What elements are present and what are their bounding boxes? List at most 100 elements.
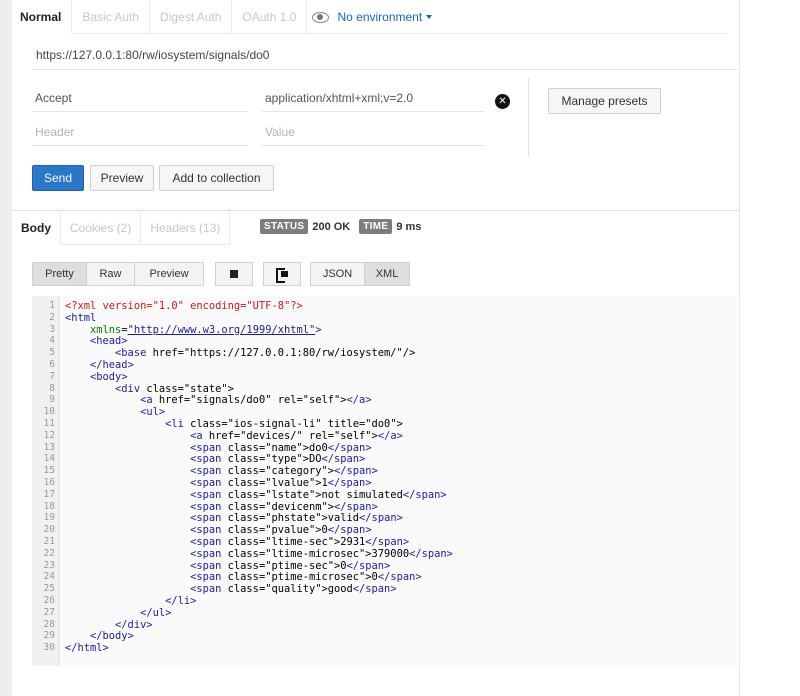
tab-basic-auth[interactable]: Basic Auth <box>72 0 151 34</box>
line-number: 10 <box>43 406 55 418</box>
code-line: <span class="quality">good</span> <box>190 583 397 596</box>
line-number: 29 <box>43 630 55 642</box>
line-number: 23 <box>43 559 55 571</box>
line-number: 18 <box>43 500 55 512</box>
code-line: <a href="signals/do0" rel="self"></a> <box>140 394 372 407</box>
line-number: 24 <box>43 571 55 583</box>
line-number: 6 <box>49 359 55 370</box>
url-input[interactable] <box>32 40 738 69</box>
line-number: 15 <box>43 465 55 477</box>
tab-cookies[interactable]: Cookies (2) <box>61 211 142 245</box>
line-number: 25 <box>43 583 55 595</box>
line-number: 28 <box>43 618 55 630</box>
stop-button[interactable] <box>215 262 253 286</box>
line-number: 5 <box>49 347 55 359</box>
code-line: <?xml version="1.0" encoding="UTF-8"?> <box>65 300 303 312</box>
new-header-key-cell <box>32 118 248 146</box>
tab-body[interactable]: Body <box>12 211 61 245</box>
copy-button[interactable] <box>263 262 301 286</box>
code-line: </li> <box>165 595 197 607</box>
line-number: 1 <box>49 300 55 311</box>
header-key-input[interactable] <box>32 84 248 111</box>
line-number-gutter: 1 2 3 4 5 6 7 8 9 10 11 12 13 14 15 16 17 18 19 20 21 22 23 24 2… <box>32 296 60 666</box>
line-number: 7 <box>49 370 55 382</box>
code-line: <html <box>65 311 97 324</box>
left-margin <box>0 0 12 696</box>
header-key-cell <box>32 84 248 112</box>
raw-button[interactable]: Raw <box>86 262 135 286</box>
line-number: 9 <box>49 394 55 406</box>
line-number: 14 <box>43 453 55 465</box>
tab-digest-auth[interactable]: Digest Auth <box>150 0 233 34</box>
stop-icon <box>230 270 238 279</box>
url-row <box>32 40 738 70</box>
line-number: 20 <box>43 524 55 536</box>
code-line: </html> <box>65 642 109 655</box>
line-number: 3 <box>49 323 55 335</box>
environment-selector[interactable]: No environment <box>307 0 728 34</box>
code-line: <span class="ptime-microsec">0</span> <box>190 571 422 584</box>
code-line: </body> <box>90 630 134 643</box>
pretty-button[interactable]: Pretty <box>32 262 87 286</box>
code-line: <a href="devices/" rel="self"></a> <box>190 429 403 442</box>
code-line: <base href="https://127.0.0.1:80/rw/iosy… <box>115 347 416 360</box>
tab-oauth[interactable]: OAuth 1.0 <box>232 0 308 34</box>
line-number: 30 <box>43 642 55 654</box>
status-value: 200 OK <box>312 220 351 233</box>
new-header-key-input[interactable] <box>32 118 248 145</box>
xml-button[interactable]: XML <box>364 262 410 286</box>
line-number: 13 <box>43 441 55 453</box>
copy-icon <box>276 267 288 284</box>
code-line: <span class="phstate">valid</span> <box>190 512 403 525</box>
code-line: <span class="category"></span> <box>190 465 378 478</box>
tab-normal[interactable]: Normal <box>12 0 73 34</box>
response-tabs: Body Cookies (2) Headers (13) <box>12 211 231 245</box>
new-header-value-input[interactable] <box>262 118 484 145</box>
code-line: <body> <box>90 370 128 383</box>
code-line: <div class="state"> <box>115 382 234 395</box>
chevron-down-icon[interactable] <box>426 14 433 19</box>
response-body-viewer[interactable]: 1 2 3 4 5 6 7 8 9 10 11 12 13 14 15 16 17 18 19 20 21 22 23 24 2… <box>32 296 738 666</box>
auth-tabs: Normal Basic Auth Digest Auth OAuth 1.0 … <box>12 0 728 34</box>
header-value-input[interactable] <box>262 84 484 111</box>
eye-icon[interactable] <box>311 11 330 23</box>
preview-view-button[interactable]: Preview <box>134 262 204 286</box>
remove-header-icon[interactable]: ✕ <box>495 94 510 109</box>
add-to-collection-button[interactable]: Add to collection <box>159 165 274 191</box>
code-line: </head> <box>90 359 134 371</box>
code-line: <span class="type">DO</span> <box>190 453 366 466</box>
code-line: <span class="devicenm"></span> <box>190 500 378 513</box>
code-line: <span class="name">do0</span> <box>190 441 372 454</box>
json-button[interactable]: JSON <box>310 262 365 286</box>
preview-button[interactable]: Preview <box>90 165 154 191</box>
code-line: <ul> <box>140 406 166 419</box>
line-number: 17 <box>43 488 55 500</box>
code-line: <span class="ptime-sec">0</span> <box>190 559 391 572</box>
time-badge: TIME <box>359 219 393 234</box>
response-status: STATUS 200 OK TIME 9 ms <box>260 219 430 234</box>
header-divider <box>528 78 529 156</box>
line-number: 16 <box>43 477 55 488</box>
request-panel: Normal Basic Auth Digest Auth OAuth 1.0 … <box>12 0 740 696</box>
status-badge: STATUS <box>260 219 309 234</box>
environment-label[interactable]: No environment <box>337 10 422 24</box>
code-line: <li class="ios-signal-li" title="do0"> <box>165 418 403 430</box>
code-line: <span class="ltime-sec">2931</span> <box>190 536 410 548</box>
line-number: 26 <box>43 595 55 606</box>
line-number: 11 <box>43 418 55 429</box>
time-value: 9 ms <box>396 220 422 233</box>
tab-headers[interactable]: Headers (13) <box>141 211 231 245</box>
line-number: 2 <box>49 311 55 323</box>
new-header-value-cell <box>262 118 484 146</box>
line-number: 22 <box>43 547 55 559</box>
line-number: 19 <box>43 512 55 524</box>
code-line: <span class="ltime-microsec">379000</spa… <box>190 547 453 560</box>
send-button[interactable]: Send <box>32 165 84 191</box>
code-line: <span class="lvalue">1</span> <box>190 477 372 489</box>
line-number: 27 <box>43 606 55 618</box>
line-number: 4 <box>49 335 55 347</box>
line-number: 8 <box>49 382 55 394</box>
code-line: <span class="lstate">not simulated</span… <box>190 488 447 501</box>
header-value-cell <box>262 84 484 112</box>
manage-presets-button[interactable]: Manage presets <box>548 88 661 114</box>
